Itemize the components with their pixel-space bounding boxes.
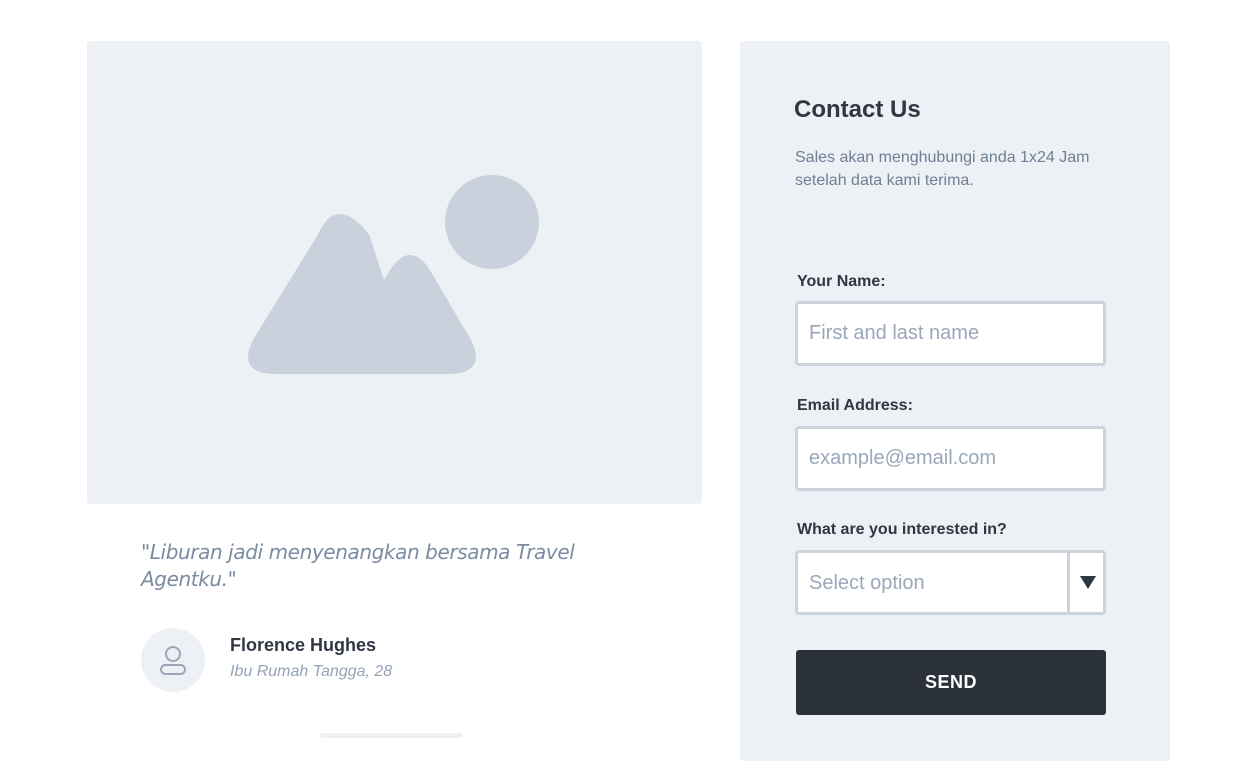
interest-select-value: Select option [809, 572, 925, 594]
testimonial-quote: "Liburan jadi menyenangkan bersama Trave… [141, 540, 575, 591]
triangle-down-icon[interactable] [1080, 576, 1096, 589]
interest-label: What are you interested in? [797, 521, 1007, 538]
author-role: Ibu Rumah Tangga, 28 [230, 663, 393, 680]
avatar [141, 628, 205, 692]
contact-form: Contact Us Sales akan menghubungi anda 1… [740, 41, 1170, 761]
name-label: Your Name: [797, 273, 886, 290]
scroll-indicator [320, 733, 463, 738]
email-field[interactable] [795, 426, 1106, 491]
author-name: Florence Hughes [230, 635, 377, 655]
select-divider [1067, 553, 1070, 612]
user-icon [160, 646, 186, 675]
name-field[interactable] [795, 301, 1106, 366]
contact-title: Contact Us [794, 96, 921, 123]
send-button[interactable]: SEND [796, 650, 1106, 715]
contact-description: Sales akan menghubungi anda 1x24 Jam set… [795, 149, 1090, 189]
interest-select[interactable]: Select option [795, 550, 1106, 615]
email-label: Email Address: [797, 397, 913, 414]
testimonial-image [87, 41, 702, 504]
image-placeholder-icon [248, 175, 539, 374]
